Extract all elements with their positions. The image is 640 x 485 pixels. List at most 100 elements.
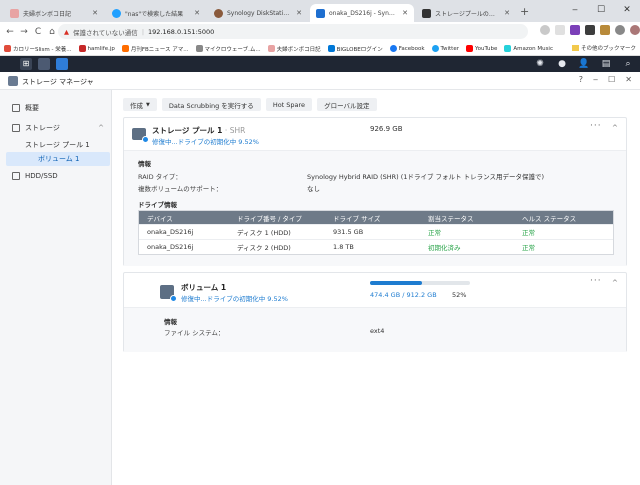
browser-tab[interactable]: ストレージプールの修復 | DSM ✕ [416,4,516,22]
table-header: デバイス ドライブ番号 / タイプ ドライブ サイズ 割当ステータス ヘルス ス… [139,211,613,224]
volume-details: 情報 ファイル システム： ext4 [124,307,626,352]
bookmark[interactable]: マイクロウェーブ.ム... [195,45,261,53]
raid-type-value: Synology Hybrid RAID (SHR) (1ドライブ フォルト ト… [307,173,544,181]
widgets-icon[interactable]: ▤ [600,58,612,70]
bookmark-label: Twitter [440,45,459,52]
drive-size-cell: 1.8 TB [333,243,354,251]
bookmark[interactable]: BIGLOBEログイン [327,45,383,53]
avatar[interactable] [630,25,640,35]
browser-tab[interactable]: 夫婦ボンボコ日記 ✕ [4,4,104,22]
browser-tab[interactable]: "nas"で検索した結果 ✕ [106,4,206,22]
taskbar-app-icon[interactable] [38,58,50,70]
pool-status-link[interactable]: 修復中...ドライブの初期化中 9.52% [152,136,259,146]
extension-icons: ⋮ [540,25,640,35]
close-icon[interactable]: ✕ [296,9,302,17]
spinner-icon[interactable]: ✺ [534,58,546,70]
star-icon[interactable] [555,25,565,35]
close-button[interactable]: ✕ [625,75,632,84]
column-header[interactable]: 割当ステータス [428,211,474,224]
column-header[interactable]: ドライブ サイズ [333,211,380,224]
close-icon[interactable]: ✕ [92,9,98,17]
user-icon[interactable]: 👤 [578,58,590,70]
window-title: ストレージ マネージャ [22,78,94,86]
storage-manager-icon[interactable] [56,58,68,70]
caret-down-icon: ▼ [146,101,150,108]
data-scrubbing-button[interactable]: Data Scrubbing を実行する [161,98,261,111]
info-heading: 情報 [138,160,151,168]
browser-tab-active[interactable]: onaka_DS216j - Synology D ✕ [310,4,414,22]
bookmark-icon [465,45,473,52]
extension-icon[interactable] [600,25,610,35]
bookmark[interactable]: 月刊FBニュース アマ... [121,45,189,53]
create-button[interactable]: 作成 ▼ [123,98,157,111]
extension-icon[interactable] [570,25,580,35]
table-row[interactable]: onaka_DS216j ディスク 1 (HDD) 931.5 GB 正常 正常 [139,224,613,239]
bookmark[interactable]: YouTube [465,45,498,52]
drive-number-cell: ディスク 1 (HDD) [237,229,291,237]
bookmark[interactable]: Amazon Music [504,45,553,52]
storage-manager-icon [8,76,18,86]
global-settings-button[interactable]: グローバル設定 [317,98,377,111]
puzzle-icon[interactable] [615,25,625,35]
column-header[interactable]: デバイス [147,211,173,224]
close-icon[interactable]: ✕ [194,9,200,17]
close-icon[interactable]: ✕ [402,9,408,17]
browser-tab[interactable]: Synology DiskStation DS2 ✕ [208,4,308,22]
extension-icon[interactable] [585,25,595,35]
maximize-button[interactable]: ☐ [608,75,615,84]
reload-button[interactable]: C [31,27,45,37]
share-icon[interactable] [540,25,550,35]
allocation-status-cell: 初期化済み [428,244,461,252]
bookmark-label: hamlife.jp [87,45,115,52]
sidebar-item-hdd[interactable]: HDD/SSD [0,169,112,183]
bookmark[interactable]: カロリーSlism - 栄養... [4,45,72,53]
sidebar: 概要 ストレージ ^ ストレージ プール 1 ボリューム 1 HDD/SSD [0,90,112,485]
chevron-up-icon[interactable]: ^ [612,279,618,287]
chevron-up-icon[interactable]: ^ [98,124,104,132]
more-options-button[interactable]: ··· [590,276,602,286]
sidebar-item-storage[interactable]: ストレージ ^ [0,121,112,135]
bookmarks-bar: カロリーSlism - 栄養... hamlife.jp 月刊FBニュース アマ… [0,42,640,56]
notification-icon[interactable]: ● [556,58,568,70]
sidebar-item-pool[interactable]: ストレージ プール 1 [0,138,112,152]
main-menu-icon[interactable]: ⊞ [20,58,32,70]
new-tab-button[interactable]: + [520,5,529,18]
column-header[interactable]: ヘルス ステータス [522,211,576,224]
other-bookmarks-label: その他のブックマーク [580,46,636,52]
search-icon[interactable]: ⌕ [622,58,634,70]
sidebar-item-label: ボリューム 1 [38,155,80,163]
home-button[interactable]: ⌂ [45,27,59,37]
window-header: ストレージ マネージャ ? ‒ ☐ ✕ [0,72,640,90]
drive-size-cell: 931.5 GB [333,228,364,236]
maximize-button[interactable]: ☐ [588,0,614,22]
url-input[interactable]: ▲ 保護されていない通信 | 192.168.0.151:5000 [58,24,528,39]
bookmark-label: YouTube [474,45,498,52]
chevron-up-icon[interactable]: ^ [612,124,618,132]
sidebar-item-volume[interactable]: ボリューム 1 [6,152,110,166]
table-row[interactable]: onaka_DS216j ディスク 2 (HDD) 1.8 TB 初期化済み 正… [139,239,613,254]
bookmark-label: Amazon Music [513,45,553,52]
help-button[interactable]: ? [579,75,583,84]
close-icon[interactable]: ✕ [504,9,510,17]
sidebar-item-overview[interactable]: 概要 [0,101,112,115]
column-header[interactable]: ドライブ番号 / タイプ [237,211,302,224]
more-options-button[interactable]: ··· [590,121,602,131]
bookmark[interactable]: 夫婦ボンボコ日記 [267,45,321,53]
minimize-button[interactable]: ‒ [562,0,588,22]
storage-icon [12,124,20,132]
other-bookmarks[interactable]: その他のブックマーク [571,44,636,52]
forward-button[interactable]: → [17,27,31,37]
window-buttons: ‒ ☐ ✕ [562,0,640,22]
back-button[interactable]: ← [3,27,17,37]
volume-status-link[interactable]: 修復中...ドライブの初期化中 9.52% [181,293,288,303]
hot-spare-button[interactable]: Hot Spare [265,98,313,111]
warning-icon[interactable]: ▲ [64,28,69,36]
drive-table: デバイス ドライブ番号 / タイプ ドライブ サイズ 割当ステータス ヘルス ス… [138,210,614,255]
bookmark[interactable]: hamlife.jp [78,45,115,52]
drive-number-cell: ディスク 2 (HDD) [237,244,291,252]
minimize-button[interactable]: ‒ [593,75,598,84]
bookmark[interactable]: Facebook [389,45,425,52]
sidebar-item-label: 概要 [25,104,39,112]
close-window-button[interactable]: ✕ [614,0,640,22]
bookmark[interactable]: Twitter [431,45,459,52]
